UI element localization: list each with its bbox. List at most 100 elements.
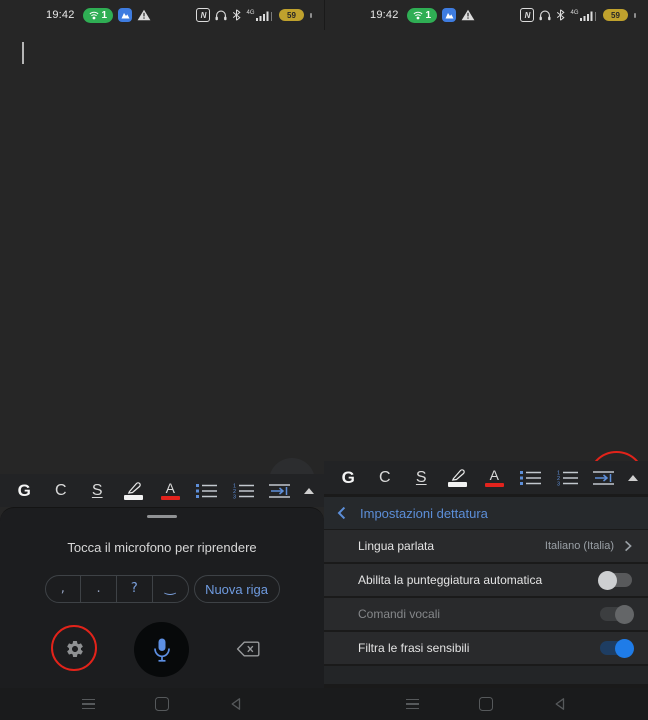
- row-label: Filtra le frasi sensibili: [358, 641, 600, 655]
- navigation-bar: [324, 688, 648, 720]
- text-color-bar: [485, 483, 504, 488]
- setting-row-punteggiatura[interactable]: Abilita la punteggiatura automatica: [324, 564, 648, 596]
- back-button[interactable]: [549, 696, 571, 712]
- text-color-label: A: [490, 468, 499, 482]
- toggle-auto-punctuation[interactable]: [600, 573, 632, 587]
- bold-label: G: [18, 482, 31, 499]
- battery-indicator: 59: [279, 9, 304, 21]
- new-line-chip[interactable]: Nuova riga: [194, 575, 280, 603]
- numbered-list-button[interactable]: 1 2 3: [225, 474, 262, 507]
- back-chevron-button[interactable]: [337, 506, 346, 520]
- recents-button[interactable]: [77, 696, 99, 712]
- numbered-list-icon: 1 2 3: [557, 470, 578, 486]
- highlight-button[interactable]: [440, 461, 477, 494]
- bulleted-list-button[interactable]: [513, 461, 550, 494]
- nfc-letter: N: [525, 11, 531, 20]
- microphone-button[interactable]: [134, 622, 189, 677]
- text-editor-area[interactable]: [324, 30, 648, 461]
- italic-button[interactable]: C: [367, 461, 404, 494]
- network-type-label: 4G: [570, 10, 578, 16]
- network-type-label: 4G: [246, 10, 254, 16]
- svg-text:3: 3: [233, 494, 236, 498]
- bulleted-list-button[interactable]: [189, 474, 226, 507]
- bluetooth-icon: [556, 9, 565, 21]
- bulleted-list-icon: [196, 483, 217, 499]
- bold-button[interactable]: G: [330, 461, 367, 494]
- gear-icon: [65, 639, 85, 659]
- text-color-label: A: [166, 481, 175, 495]
- left-screen: 19:42 1 N: [0, 0, 324, 720]
- backspace-button[interactable]: [236, 641, 260, 657]
- home-button[interactable]: [151, 696, 173, 712]
- punct-question[interactable]: ?: [117, 576, 153, 602]
- setting-row-frasi-sensibili[interactable]: Filtra le frasi sensibili: [324, 632, 648, 664]
- signal-bars-icon: [580, 11, 593, 21]
- punct-space-symbol[interactable]: ‿: [153, 576, 188, 602]
- text-editor-area[interactable]: [0, 30, 324, 474]
- battery-cap: [310, 13, 312, 18]
- nfc-icon: N: [520, 8, 534, 22]
- highlighter-icon: [449, 468, 467, 481]
- right-screen: 19:42 1 N: [324, 0, 648, 720]
- clock: 19:42: [46, 9, 75, 21]
- toggle-knob: [615, 639, 634, 658]
- bluetooth-icon: [232, 9, 241, 21]
- signal-icon: 4G: [246, 10, 272, 21]
- text-color-button[interactable]: A: [152, 474, 189, 507]
- battery-cap: [634, 13, 636, 18]
- underline-button[interactable]: S: [403, 461, 440, 494]
- caret-up-icon: [304, 488, 314, 494]
- indent-button[interactable]: [586, 461, 623, 494]
- screen-share-badge: 1: [83, 8, 114, 23]
- collapse-toolbar-button[interactable]: [622, 475, 644, 481]
- italic-label: C: [55, 483, 67, 499]
- toggle-voice-commands: [600, 607, 632, 621]
- highlight-color-bar: [124, 495, 143, 500]
- punct-comma[interactable]: ,: [46, 576, 82, 602]
- headset-icon: [215, 10, 227, 21]
- voice-settings-button[interactable]: [65, 639, 85, 659]
- chevron-right-icon: [624, 540, 632, 552]
- battery-percent: 59: [611, 11, 620, 20]
- bold-button[interactable]: G: [6, 474, 43, 507]
- microphone-icon: [152, 637, 172, 663]
- text-color-button[interactable]: A: [476, 461, 513, 494]
- back-triangle-icon: [229, 697, 243, 711]
- setting-row-lingua-parlata[interactable]: Lingua parlata Italiano (Italia): [324, 530, 648, 562]
- text-color-bar: [161, 496, 180, 501]
- cast-icon: [413, 11, 423, 20]
- punctuation-chip[interactable]: , . ? ‿: [45, 575, 189, 603]
- numbered-list-button[interactable]: 1 2 3: [549, 461, 586, 494]
- panel-footer-band: [324, 666, 648, 684]
- back-button[interactable]: [225, 696, 247, 712]
- sim2-signal-icon: [595, 12, 597, 21]
- settings-title: Impostazioni dettatura: [360, 506, 488, 521]
- collapse-toolbar-button[interactable]: [298, 488, 320, 494]
- back-triangle-icon: [553, 697, 567, 711]
- settings-header: Impostazioni dettatura: [324, 497, 648, 529]
- headset-icon: [539, 10, 551, 21]
- signal-icon: 4G: [570, 10, 596, 21]
- recents-button[interactable]: [401, 696, 423, 712]
- formatting-toolbar: G C S A: [0, 474, 324, 507]
- italic-button[interactable]: C: [43, 474, 80, 507]
- app-notification-icon: [118, 8, 132, 22]
- formatting-toolbar: G C S A: [324, 461, 648, 494]
- backspace-icon: [236, 641, 260, 657]
- app-notification-icon: [442, 8, 456, 22]
- indent-button[interactable]: [262, 474, 299, 507]
- navigation-bar: [0, 688, 324, 720]
- nfc-letter: N: [201, 11, 207, 20]
- numbered-list-icon: 1 2 3: [233, 483, 254, 499]
- drag-handle[interactable]: [147, 515, 177, 518]
- underline-button[interactable]: S: [79, 474, 116, 507]
- row-label: Abilita la punteggiatura automatica: [358, 573, 600, 587]
- home-button[interactable]: [475, 696, 497, 712]
- svg-text:3: 3: [557, 481, 560, 485]
- underline-label: S: [416, 470, 427, 486]
- bulleted-list-icon: [520, 470, 541, 486]
- toggle-sensitive-phrases[interactable]: [600, 641, 632, 655]
- voice-typing-panel: Tocca il microfono per riprendere , . ? …: [0, 507, 324, 688]
- highlight-button[interactable]: [116, 474, 153, 507]
- punct-period[interactable]: .: [81, 576, 117, 602]
